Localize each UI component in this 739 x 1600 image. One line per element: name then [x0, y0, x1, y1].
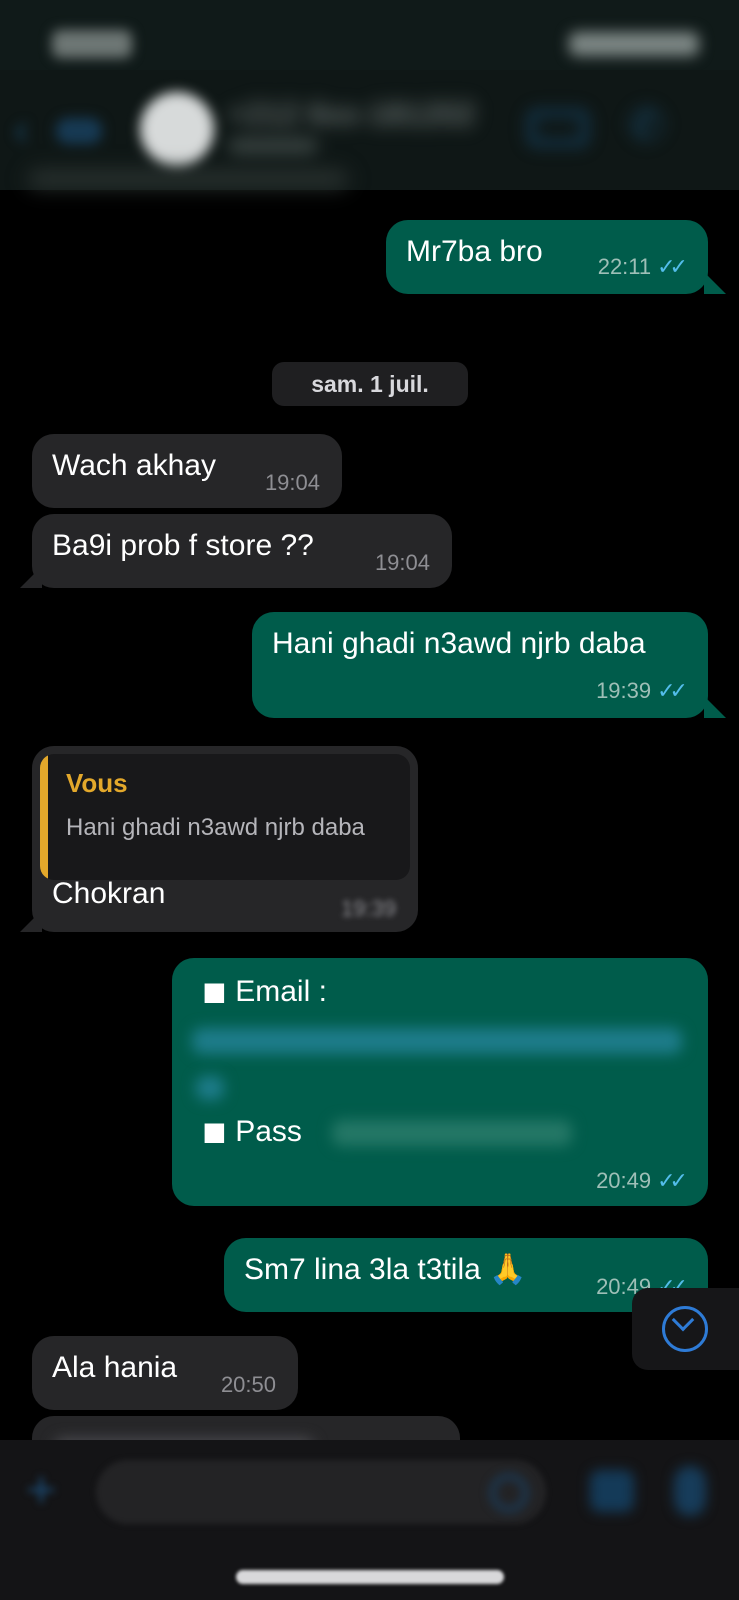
quote-author: Vous: [66, 768, 128, 798]
avatar[interactable]: [140, 92, 214, 166]
redacted-password: [332, 1120, 572, 1146]
message-composer: +: [0, 1440, 739, 1600]
message-meta: 20:49 ✓✓: [596, 1168, 688, 1194]
camera-icon[interactable]: [590, 1470, 634, 1512]
message-time: 22:11: [597, 254, 652, 279]
quoted-message[interactable]: Vous Hani ghadi n3awd njrb daba: [40, 754, 410, 880]
message-outgoing[interactable]: Mr7ba bro 22:11 ✓✓: [386, 220, 708, 294]
video-camera-icon[interactable]: [528, 110, 588, 146]
scroll-to-bottom-button[interactable]: [632, 1288, 739, 1370]
message-time: 20:49: [596, 1168, 652, 1193]
message-incoming[interactable]: Wach akhay 19:04: [32, 434, 342, 508]
contact-status: [228, 138, 318, 154]
message-text: Hani ghadi n3awd njrb daba: [272, 627, 646, 660]
phone-icon[interactable]: ✆: [628, 100, 670, 150]
message-meta: 22:11 ✓✓: [597, 254, 688, 280]
read-receipt-icon: ✓✓: [657, 678, 688, 703]
message-text: Chokran: [52, 877, 166, 910]
chat-messages[interactable]: Mr7ba bro 22:11 ✓✓ sam. 1 juil. Wach akha…: [0, 190, 739, 1476]
date-separator: sam. 1 juil.: [272, 362, 468, 406]
bubble-tail: [704, 272, 726, 294]
message-time: 19:04: [374, 550, 430, 575]
pass-label: ◼ Pass: [202, 1115, 302, 1148]
message-input[interactable]: [96, 1460, 546, 1524]
plus-icon[interactable]: +: [26, 1464, 56, 1516]
read-receipt-icon: ✓✓: [657, 254, 688, 279]
message-meta: 19:39 ✓✓: [596, 678, 688, 704]
message-outgoing-credentials[interactable]: ◼ Email : ◼ Pass 20:49 ✓✓: [172, 958, 708, 1206]
quote-text: Hani ghadi n3awd njrb daba: [66, 814, 365, 841]
message-time: 19:04: [264, 470, 320, 495]
message-time: 19:39: [340, 896, 396, 921]
quote-accent-bar: [40, 754, 48, 880]
unread-count-badge[interactable]: [56, 118, 102, 144]
redacted-email-cont: [196, 1076, 224, 1100]
message-incoming[interactable]: Ba9i prob f store ?? 19:04: [32, 514, 452, 588]
email-label: ◼ Email :: [202, 975, 327, 1008]
message-time: 20:50: [220, 1372, 276, 1397]
message-incoming[interactable]: Ala hania 20:50: [32, 1336, 298, 1410]
home-indicator: [236, 1570, 504, 1584]
message-time: 19:39: [596, 678, 652, 703]
status-icons: [569, 32, 699, 56]
status-time: [52, 30, 132, 58]
redacted-email: [192, 1028, 682, 1054]
bubble-tail: [704, 696, 726, 718]
message-outgoing[interactable]: Hani ghadi n3awd njrb daba 19:39 ✓✓: [252, 612, 708, 718]
microphone-icon[interactable]: [674, 1466, 706, 1516]
sticker-icon[interactable]: [490, 1474, 528, 1512]
header-subtitle: [28, 170, 348, 188]
read-receipt-icon: ✓✓: [657, 1168, 688, 1193]
chevron-left-icon[interactable]: ‹: [14, 108, 44, 152]
contact-name[interactable]: +212 6xx-181202: [228, 98, 476, 132]
